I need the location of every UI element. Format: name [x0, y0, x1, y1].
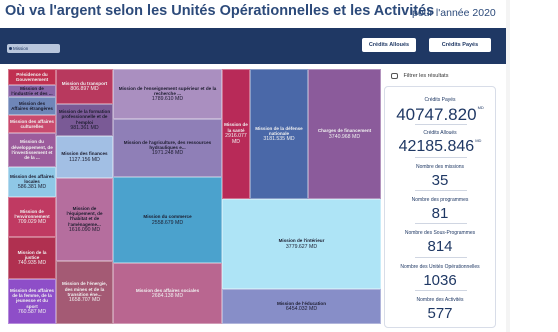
chip-label: Mission — [13, 46, 29, 51]
treemap-tile-value: 806.897 MD — [70, 86, 99, 93]
missions-label: Nombre des missions — [415, 164, 465, 170]
treemap-tile[interactable]: Mission de l'équipement, de l'habitat et… — [56, 178, 113, 261]
treemap-tile-label: Mission du développement, de l'investiss… — [11, 139, 53, 161]
credits-payes-kpi: 40747.820MD — [385, 105, 495, 125]
page-header: Où va l'argent selon les Unités Opératio… — [0, 0, 506, 28]
missions-value: 35 — [431, 172, 449, 189]
filter-label: Filtrer les résultats — [403, 73, 449, 79]
credits-payes-value: 40747.820 — [396, 105, 477, 124]
treemap-tile-value: 740.935 MD — [17, 260, 47, 267]
treemap-tile-label: Mission des affaires de la femme, de la … — [10, 287, 54, 309]
treemap-tile-label: Mission de l'enseignement supérieur et d… — [118, 85, 217, 96]
treemap-tile[interactable]: Mission de l'énergie, des mines et de la… — [56, 261, 113, 324]
treemap-tile-value: 3779.627 MD — [285, 243, 318, 250]
treemap-tile-value: 586.381 MD — [17, 184, 47, 191]
treemap-tile-value: 709.029 MD — [17, 219, 47, 226]
treemap-tile-value: 2916.077 MD — [225, 133, 247, 146]
treemap-tile-label: Mission de l'énergie, des mines et de la… — [62, 281, 107, 298]
treemap-tile[interactable]: Mission du commerce 2558.679 MD — [113, 177, 222, 263]
divider — [415, 157, 467, 158]
treemap-tile-label: Mission de l'environnement — [14, 208, 50, 219]
credits-payes-button[interactable]: Crédits Payés — [429, 38, 491, 52]
divider — [415, 257, 467, 258]
filter-button[interactable]: Filtrer les résultats — [384, 69, 496, 83]
treemap-tile[interactable]: Mission de la santé 2916.077 MD — [222, 69, 250, 199]
divider — [415, 290, 467, 291]
treemap-tile-value: 2684.138 MD — [151, 293, 184, 300]
treemap-tile[interactable]: Mission des affaires locales 586.381 MD — [8, 167, 56, 197]
breadcrumb-chip[interactable]: Mission — [7, 44, 60, 53]
treemap-tile-value: 2558.679 MD — [151, 219, 184, 226]
treemap-tile-value: 1971.248 MD — [151, 150, 184, 157]
treemap-tile[interactable]: Mission du transport 806.897 MD — [56, 69, 113, 104]
uo-value: 1036 — [423, 272, 457, 289]
credits-alloues-kpi: 42185.846MD — [385, 138, 495, 156]
sous-programmes-value: 814 — [427, 238, 453, 255]
page-title: Où va l'argent selon les Unités Opératio… — [5, 3, 435, 19]
treemap-tile-value: 3740.968 MD — [328, 133, 361, 140]
treemap-tile-label: Présidence du Gouvernement — [15, 71, 49, 82]
divider — [415, 124, 467, 125]
treemap-tile[interactable]: Mission de la formation professionnelle … — [56, 104, 113, 136]
credits-payes-label: Crédits Payés — [424, 97, 456, 103]
credits-payes-unit: MD — [477, 105, 484, 110]
treemap-tile[interactable]: Mission de l'environnement 709.029 MD — [8, 197, 56, 237]
credits-alloues-button[interactable]: Crédits Alloués — [362, 38, 416, 52]
treemap-tile-value: 1616.090 MD — [68, 226, 101, 233]
treemap-tile-label: Mission de l'industrie et des ... — [11, 85, 53, 96]
divider — [415, 223, 467, 224]
treemap-tile-value: 3181.535 MD — [263, 136, 295, 143]
treemap-tile-label: Mission des affaires culturelles — [10, 118, 54, 129]
filter-icon — [391, 72, 398, 79]
treemap-tile[interactable]: Mission de la défense nationale 3181.535 … — [250, 69, 308, 199]
treemap-tile-value: 1658.707 MD — [68, 297, 101, 304]
credits-alloues-value: 42185.846 — [398, 138, 475, 155]
treemap-chart: Présidence du Gouvernement Mission de l'i… — [0, 69, 381, 324]
kpi-card: Crédits Payés 40747.820MD Crédits Alloué… — [384, 86, 496, 328]
treemap-tile-label: Mission de l'agriculture, des ressources… — [123, 139, 212, 150]
treemap-tile-label: Mission de la défense nationale — [255, 125, 303, 136]
programmes-value: 81 — [431, 205, 449, 222]
treemap-tile-label: Mission de la justice — [17, 249, 47, 260]
treemap-tile[interactable]: Mission de l'agriculture, des ressources… — [113, 119, 222, 177]
treemap-tile[interactable]: Charges de financement 3740.968 MD — [308, 69, 381, 199]
treemap-tile-label: Mission des affaires locales — [10, 173, 54, 184]
sous-programmes-label: Nombre des Sous-Programmes — [404, 230, 476, 236]
treemap-tile-value: 981.361 MD — [70, 124, 99, 131]
uo-label: Nombre des Unités Opérationnelles — [400, 264, 480, 270]
treemap-tile[interactable]: Mission de la justice 740.935 MD — [8, 237, 56, 279]
kpi-panel: Filtrer les résultats Crédits Payés 4074… — [384, 69, 496, 328]
treemap-tile-label: Mission des Affaires étrangères — [11, 100, 53, 111]
treemap-tile-label: Mission de l'équipement, de l'habitat et… — [66, 205, 103, 227]
treemap-tile[interactable]: Mission de l'industrie et des ... — [8, 85, 56, 97]
treemap-tile[interactable]: Mission des affaires sociales 2684.138 MD — [113, 263, 222, 324]
vertical-scrollbar[interactable] — [506, 0, 510, 332]
credits-alloues-label: Crédits Alloués — [423, 130, 457, 136]
programmes-label: Nombre des programmes — [411, 197, 469, 203]
divider — [415, 190, 467, 191]
treemap-tile[interactable]: Mission de l'intérieur 3779.627 MD — [222, 199, 381, 289]
treemap-tile[interactable]: Présidence du Gouvernement — [8, 69, 56, 85]
treemap-tile[interactable]: Mission des affaires de la femme, de la … — [8, 279, 56, 324]
activites-value: 577 — [427, 305, 453, 322]
treemap-tile[interactable]: Mission du développement, de l'investiss… — [8, 133, 56, 167]
treemap-tile[interactable]: Mission des affaires culturelles — [8, 115, 56, 133]
treemap-tile[interactable]: Mission des finances 1127.156 MD — [56, 136, 113, 178]
period-label: pour l'année 2020 — [412, 7, 496, 19]
treemap-tile[interactable]: Mission de l'éducation 6454.032 MD — [222, 289, 381, 324]
chip-dot-icon — [9, 47, 12, 50]
treemap-tile-value: 1789.610 MD — [151, 96, 184, 103]
treemap-tile-value: 6454.032 MD — [285, 306, 318, 313]
activites-label: Nombre des Activités — [416, 297, 464, 303]
treemap-tile-label: Mission de la formation professionnelle … — [58, 108, 111, 125]
treemap-tile-label: Mission de la santé — [224, 122, 248, 133]
treemap-tile[interactable]: Mission de l'enseignement supérieur et d… — [113, 69, 222, 119]
credits-alloues-unit: MD — [475, 138, 482, 143]
treemap-tile-value: 1127.156 MD — [69, 156, 100, 163]
treemap-tile-value: 760.587 MD — [17, 308, 47, 315]
treemap-tile[interactable]: Mission des Affaires étrangères — [8, 97, 56, 115]
